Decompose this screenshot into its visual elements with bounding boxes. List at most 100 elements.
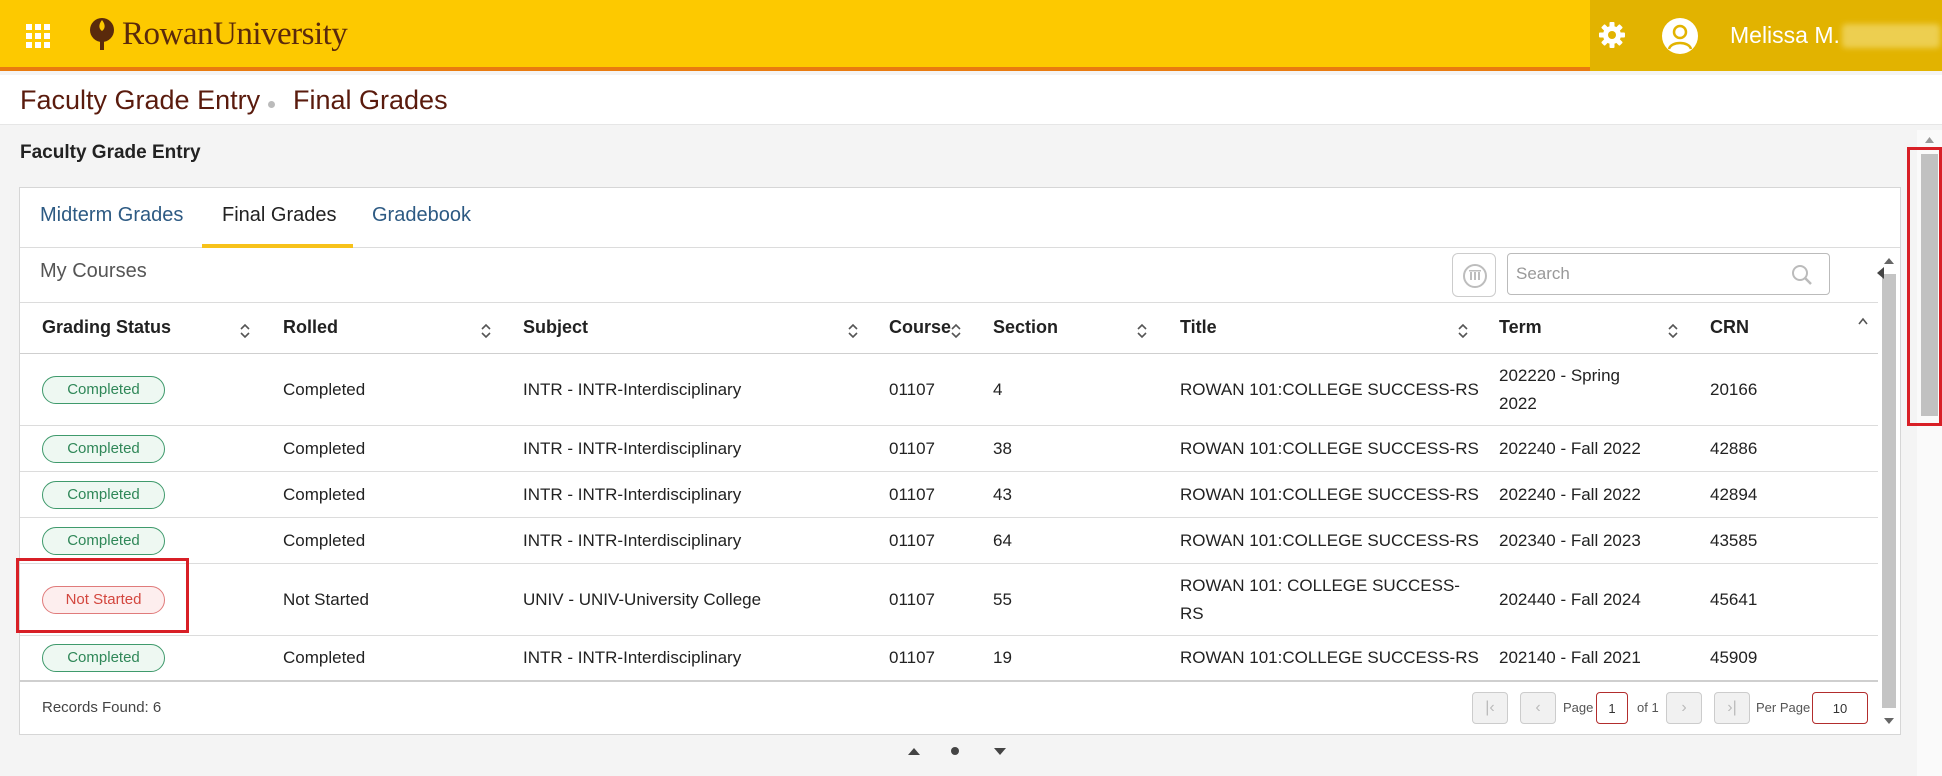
tab-gradebook[interactable]: Gradebook: [372, 204, 471, 227]
sort-icon[interactable]: [239, 321, 251, 341]
table-row[interactable]: Completed Completed INTR - INTR-Interdis…: [20, 426, 1878, 472]
user-avatar-icon[interactable]: [1662, 18, 1698, 54]
highlight-not-started-box: [16, 558, 189, 633]
tab-bar: Midterm Grades Final Grades Gradebook: [20, 188, 1900, 248]
section-title: My Courses: [40, 260, 147, 282]
torch-logo-icon: [90, 18, 114, 50]
records-count: Records Found: 6: [42, 699, 162, 716]
grades-card: Midterm Grades Final Grades Gradebook My…: [19, 187, 1901, 735]
tab-midterm-grades[interactable]: Midterm Grades: [40, 204, 183, 227]
nav-dot-icon[interactable]: [950, 746, 960, 756]
rowan-logo[interactable]: RowanUniversity: [88, 14, 348, 54]
title-cell: ROWAN 101:COLLEGE SUCCESS-RS: [1180, 380, 1479, 399]
column-header-subject[interactable]: Subject: [523, 317, 588, 338]
column-header-crn[interactable]: CRN: [1710, 317, 1749, 338]
column-header-rolled[interactable]: Rolled: [283, 317, 338, 338]
title-cell-line2: RS: [1180, 604, 1204, 623]
term-cell: 202340 - Fall 2023: [1499, 531, 1641, 550]
subject-cell: INTR - INTR-Interdisciplinary: [523, 648, 742, 667]
breadcrumb: Faculty Grade Entry Final Grades: [0, 75, 1942, 125]
sort-icon[interactable]: [847, 321, 859, 341]
section-cell: 64: [993, 531, 1012, 550]
status-badge: Completed: [42, 527, 165, 555]
rolled-cell: Completed: [283, 531, 366, 550]
rolled-cell: Completed: [283, 485, 366, 504]
table-row[interactable]: Completed Completed INTR - INTR-Interdis…: [20, 472, 1878, 518]
page-scroll-up-icon[interactable]: [1924, 136, 1935, 144]
scroll-up-icon[interactable]: [1883, 256, 1895, 266]
sort-icon[interactable]: [1667, 321, 1679, 341]
sort-ascending-icon[interactable]: [1857, 315, 1869, 327]
collapse-left-icon[interactable]: [1875, 266, 1885, 280]
crn-cell: 43585: [1710, 531, 1758, 550]
crn-cell: 45909: [1710, 648, 1758, 667]
course-cell: 01107: [889, 439, 936, 458]
table-row[interactable]: Completed Completed INTR - INTR-Interdis…: [20, 636, 1878, 680]
status-badge: Completed: [42, 376, 165, 404]
table-scrollbar[interactable]: [1879, 248, 1899, 734]
status-badge: Completed: [42, 644, 165, 672]
nav-down-icon[interactable]: [993, 746, 1007, 756]
sort-icon[interactable]: [950, 321, 962, 341]
title-cell: ROWAN 101:COLLEGE SUCCESS-RS: [1180, 439, 1479, 458]
per-page-input[interactable]: [1812, 692, 1868, 724]
per-page-label: Per Page: [1756, 700, 1811, 715]
search-icon[interactable]: [1791, 264, 1813, 286]
column-settings-button[interactable]: [1452, 253, 1496, 297]
section-cell: 19: [993, 648, 1012, 667]
title-cell: ROWAN 101:COLLEGE SUCCESS-RS: [1180, 648, 1479, 667]
gear-icon[interactable]: [1597, 20, 1627, 50]
term-cell: 202240 - Fall 2022: [1499, 485, 1641, 504]
page-of-label: of 1: [1637, 700, 1659, 715]
redacted-surname: [1842, 24, 1940, 48]
section-cell: 43: [993, 485, 1012, 504]
breadcrumb-item-faculty-grade-entry[interactable]: Faculty Grade Entry: [20, 85, 260, 116]
breadcrumb-item-final-grades: Final Grades: [293, 85, 448, 115]
active-tab-indicator: [202, 244, 353, 248]
column-header-term[interactable]: Term: [1499, 317, 1542, 338]
subject-cell: INTR - INTR-Interdisciplinary: [523, 531, 742, 550]
column-header-section[interactable]: Section: [993, 317, 1058, 338]
course-cell: 01107: [889, 531, 936, 550]
rolled-cell: Not Started: [283, 590, 369, 609]
course-cell: 01107: [889, 485, 936, 504]
table-row[interactable]: Not Started Not Started UNIV - UNIV-Univ…: [20, 564, 1878, 636]
table-header: Grading Status Rolled Subject Course Sec…: [20, 302, 1878, 354]
page-number-input[interactable]: [1596, 692, 1628, 724]
subject-cell: UNIV - UNIV-University College: [523, 590, 762, 609]
course-cell: 01107: [889, 380, 936, 399]
app-grid-icon[interactable]: [26, 24, 50, 48]
previous-page-button[interactable]: ‹: [1520, 692, 1556, 724]
term-cell: 202440 - Fall 2024: [1499, 590, 1641, 609]
search-input[interactable]: [1507, 253, 1830, 295]
last-page-button[interactable]: ›|: [1714, 692, 1750, 724]
subject-cell: INTR - INTR-Interdisciplinary: [523, 439, 742, 458]
table-row[interactable]: Completed Completed INTR - INTR-Interdis…: [20, 354, 1878, 426]
scroll-down-icon[interactable]: [1883, 716, 1895, 726]
table-row[interactable]: Completed Completed INTR - INTR-Interdis…: [20, 518, 1878, 564]
sort-icon[interactable]: [1457, 321, 1469, 341]
first-page-button[interactable]: |‹: [1472, 692, 1508, 724]
term-cell: 202240 - Fall 2022: [1499, 439, 1641, 458]
tab-final-grades[interactable]: Final Grades: [222, 204, 337, 227]
sort-icon[interactable]: [480, 321, 492, 341]
sort-icon[interactable]: [1136, 321, 1148, 341]
table-scrollbar-thumb[interactable]: [1882, 274, 1896, 708]
section-cell: 4: [993, 380, 1003, 399]
crn-cell: 45641: [1710, 590, 1758, 609]
title-cell: ROWAN 101:COLLEGE SUCCESS-RS: [1180, 531, 1479, 550]
column-header-grading-status[interactable]: Grading Status: [42, 317, 171, 338]
term-cell: 202220 - Spring: [1499, 366, 1620, 385]
highlight-scrollbar-box: [1907, 147, 1942, 426]
status-badge: Completed: [42, 481, 165, 509]
column-header-course[interactable]: Course: [889, 317, 951, 338]
next-page-button[interactable]: ›: [1666, 692, 1702, 724]
columns-icon: [1463, 264, 1487, 288]
title-cell: ROWAN 101: COLLEGE SUCCESS-: [1180, 576, 1460, 595]
column-header-title[interactable]: Title: [1180, 317, 1217, 338]
title-cell: ROWAN 101:COLLEGE SUCCESS-RS: [1180, 485, 1479, 504]
nav-up-icon[interactable]: [907, 746, 921, 756]
course-cell: 01107: [889, 590, 936, 609]
subject-cell: INTR - INTR-Interdisciplinary: [523, 380, 742, 399]
user-name[interactable]: Melissa M.: [1730, 22, 1840, 49]
